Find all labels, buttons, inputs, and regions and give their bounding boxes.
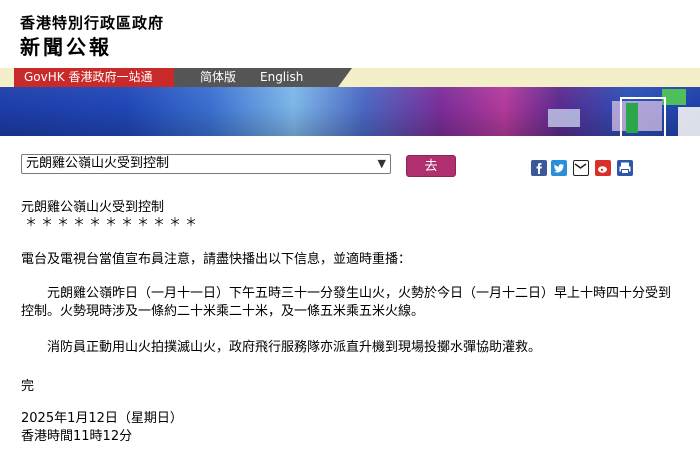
press-release-select[interactable]: 元朗雞公嶺山火受到控制 ▼ <box>21 154 391 174</box>
broadcast-notice: 電台及電視台當值宣布員注意，請盡快播出以下信息，並適時重播： <box>21 252 412 267</box>
article-paragraph: 元朗雞公嶺昨日（一月十一日）下午五時三十一分發生山火，火勢於今日（一月十二日）早… <box>21 286 672 319</box>
issue-date: 2025年1月12日（星期日） <box>21 411 183 426</box>
govhk-link[interactable]: GovHK 香港政府一站通 <box>14 68 174 87</box>
banner-decoration <box>548 109 580 127</box>
site-header: 香港特別行政區政府 新聞公報 <box>0 0 700 68</box>
go-button[interactable]: 去 <box>406 155 456 177</box>
email-icon[interactable] <box>573 160 589 176</box>
print-icon[interactable] <box>617 160 633 176</box>
org-name: 香港特別行政區政府 <box>20 14 165 32</box>
language-bar <box>174 68 338 87</box>
banner-decoration <box>620 97 666 136</box>
issue-time: 香港時間11時12分 <box>21 429 133 444</box>
english-link[interactable]: English <box>260 68 303 87</box>
banner-shade <box>0 87 700 136</box>
nav-divider <box>338 68 352 87</box>
chevron-down-icon: ▼ <box>377 157 386 170</box>
simplified-chinese-link[interactable]: 简体版 <box>200 68 236 87</box>
select-value: 元朗雞公嶺山火受到控制 <box>26 156 170 171</box>
banner-decoration <box>678 107 700 136</box>
end-marker: 完 <box>21 379 35 394</box>
page-title[interactable]: 新聞公報 <box>20 31 112 60</box>
nav-bar: GovHK 香港政府一站通 简体版 English <box>0 68 700 87</box>
facebook-icon[interactable] <box>531 160 547 176</box>
separator-stars: ＊＊＊＊＊＊＊＊＊＊＊ <box>25 215 202 229</box>
banner-image <box>0 87 700 136</box>
weibo-icon[interactable] <box>595 160 611 176</box>
twitter-icon[interactable] <box>551 160 567 176</box>
article-paragraph: 消防員正動用山火拍撲滅山火，政府飛行服務隊亦派直升機到現場投擲水彈協助灌救。 <box>47 340 542 355</box>
